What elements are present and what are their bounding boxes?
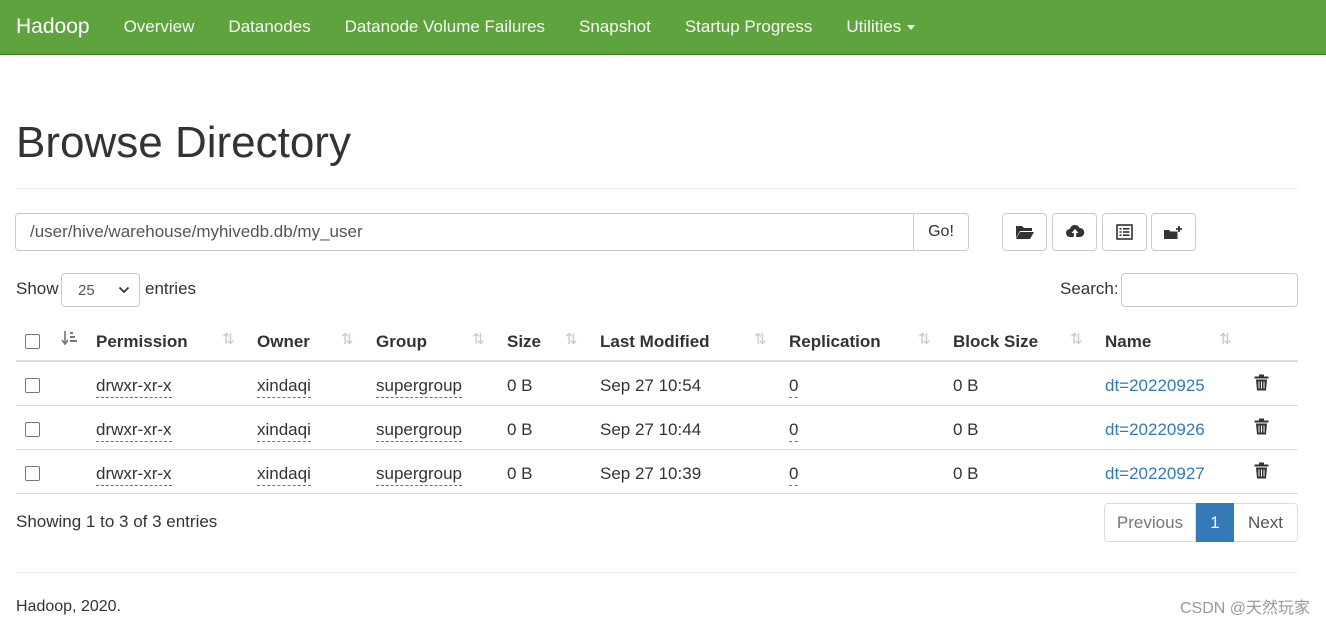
top-navbar: Hadoop Overview Datanodes Datanode Volum…	[0, 0, 1326, 55]
column-header-size[interactable]: Size	[507, 332, 541, 352]
file-table: Permission ⇅ Owner ⇅ Group ⇅ Size ⇅ Last…	[16, 320, 1298, 494]
permission-cell[interactable]: drwxr-xr-x	[96, 376, 172, 398]
sort-by-type-icon[interactable]	[61, 330, 79, 350]
sort-icon[interactable]: ⇅	[341, 330, 354, 348]
sort-icon[interactable]: ⇅	[754, 330, 767, 348]
block-size-cell: 0 B	[953, 420, 979, 439]
column-header-permission[interactable]: Permission	[96, 332, 188, 352]
replication-cell[interactable]: 0	[789, 420, 799, 442]
folder-open-icon	[1015, 226, 1034, 239]
footer-divider	[16, 572, 1298, 573]
entries-select-value: 25	[78, 281, 95, 299]
list-alt-icon	[1116, 224, 1133, 240]
watermark-text: CSDN @天然玩家	[1179, 600, 1310, 617]
pagination-next-button[interactable]: Next	[1234, 503, 1298, 542]
cloud-upload-icon	[1065, 224, 1084, 238]
group-cell[interactable]: supergroup	[376, 420, 463, 442]
search-input[interactable]	[1121, 273, 1298, 307]
permission-cell[interactable]: drwxr-xr-x	[96, 464, 172, 486]
cut-paste-button[interactable]	[1102, 213, 1147, 251]
new-folder-button[interactable]	[1151, 213, 1196, 251]
sort-icon[interactable]: ⇅	[472, 330, 485, 348]
title-divider	[16, 188, 1298, 189]
owner-cell[interactable]: xindaqi	[257, 376, 311, 398]
column-header-block-size[interactable]: Block Size	[953, 332, 1038, 352]
row-checkbox[interactable]	[25, 422, 40, 437]
directory-path-input[interactable]	[15, 213, 914, 251]
row-checkbox[interactable]	[25, 378, 40, 393]
table-row: drwxr-xr-x xindaqi supergroup 0 B Sep 27…	[16, 406, 1298, 450]
chevron-down-icon	[118, 286, 130, 294]
nav-datanode-volume-failures[interactable]: Datanode Volume Failures	[328, 17, 562, 37]
entries-label: entries	[145, 279, 197, 298]
replication-cell[interactable]: 0	[789, 464, 799, 486]
sort-icon[interactable]: ⇅	[1219, 330, 1232, 348]
name-link[interactable]: dt=20220925	[1105, 376, 1205, 396]
trash-icon[interactable]	[1254, 374, 1269, 391]
size-cell: 0 B	[507, 376, 533, 395]
last-modified-cell: Sep 27 10:39	[600, 464, 702, 483]
replication-cell[interactable]: 0	[789, 376, 799, 398]
size-cell: 0 B	[507, 464, 533, 483]
block-size-cell: 0 B	[953, 464, 979, 483]
select-all-checkbox[interactable]	[25, 334, 40, 349]
table-header-row: Permission ⇅ Owner ⇅ Group ⇅ Size ⇅ Last…	[16, 320, 1298, 362]
page-title: Browse Directory	[16, 118, 351, 167]
trash-icon[interactable]	[1254, 418, 1269, 435]
owner-cell[interactable]: xindaqi	[257, 464, 311, 486]
block-size-cell: 0 B	[953, 376, 979, 395]
pagination-page-1[interactable]: 1	[1196, 503, 1234, 542]
row-checkbox[interactable]	[25, 466, 40, 481]
folder-plus-icon	[1164, 226, 1182, 239]
permission-cell[interactable]: drwxr-xr-x	[96, 420, 172, 442]
search-label: Search:	[1060, 279, 1119, 298]
column-header-name[interactable]: Name	[1105, 332, 1151, 352]
column-header-last-modified[interactable]: Last Modified	[600, 332, 710, 352]
nav-overview[interactable]: Overview	[107, 17, 212, 37]
nav-utilities-label: Utilities	[846, 17, 902, 36]
path-bar: Go!	[15, 213, 969, 251]
column-header-replication[interactable]: Replication	[789, 332, 881, 352]
table-row: drwxr-xr-x xindaqi supergroup 0 B Sep 27…	[16, 362, 1298, 406]
pagination-previous-button[interactable]: Previous	[1104, 503, 1196, 542]
entries-per-page-select[interactable]: 25	[61, 273, 140, 307]
name-link[interactable]: dt=20220927	[1105, 464, 1205, 484]
group-cell[interactable]: supergroup	[376, 376, 463, 398]
upload-files-button[interactable]	[1052, 213, 1097, 251]
sort-icon[interactable]: ⇅	[1070, 330, 1083, 348]
column-header-group[interactable]: Group	[376, 332, 427, 352]
create-directory-button[interactable]	[1002, 213, 1047, 251]
caret-down-icon	[907, 25, 916, 31]
go-button[interactable]: Go!	[914, 213, 969, 251]
name-link[interactable]: dt=20220926	[1105, 420, 1205, 440]
brand-logo[interactable]: Hadoop	[16, 15, 90, 39]
footer-text: Hadoop, 2020.	[16, 598, 121, 615]
nav-startup-progress[interactable]: Startup Progress	[668, 17, 830, 37]
pagination: Previous 1 Next	[1104, 503, 1298, 542]
nav-snapshot[interactable]: Snapshot	[562, 17, 668, 37]
column-header-owner[interactable]: Owner	[257, 332, 310, 352]
owner-cell[interactable]: xindaqi	[257, 420, 311, 442]
sort-icon[interactable]: ⇅	[918, 330, 931, 348]
show-label: Show	[16, 279, 59, 298]
table-row: drwxr-xr-x xindaqi supergroup 0 B Sep 27…	[16, 450, 1298, 494]
nav-utilities-dropdown[interactable]: Utilities	[829, 17, 932, 37]
last-modified-cell: Sep 27 10:54	[600, 376, 702, 395]
size-cell: 0 B	[507, 420, 533, 439]
sort-icon[interactable]: ⇅	[565, 330, 578, 348]
last-modified-cell: Sep 27 10:44	[600, 420, 702, 439]
nav-datanodes[interactable]: Datanodes	[211, 17, 327, 37]
trash-icon[interactable]	[1254, 462, 1269, 479]
table-info-text: Showing 1 to 3 of 3 entries	[16, 512, 218, 531]
sort-icon[interactable]: ⇅	[222, 330, 235, 348]
group-cell[interactable]: supergroup	[376, 464, 463, 486]
